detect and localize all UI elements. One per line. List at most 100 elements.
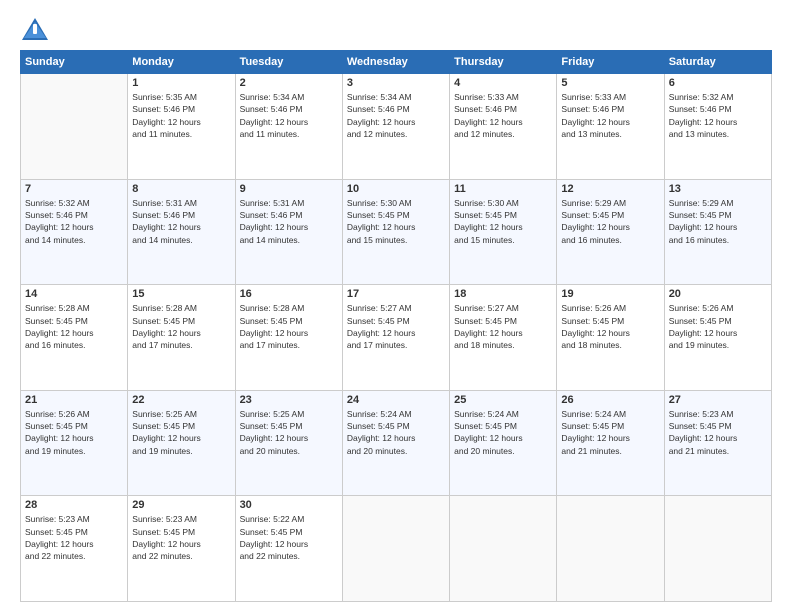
day-info: Sunrise: 5:35 AM Sunset: 5:46 PM Dayligh… bbox=[132, 91, 230, 140]
day-info: Sunrise: 5:29 AM Sunset: 5:45 PM Dayligh… bbox=[669, 197, 767, 246]
week-row-1: 1 Sunrise: 5:35 AM Sunset: 5:46 PM Daylig… bbox=[21, 74, 772, 180]
day-number: 20 bbox=[669, 288, 767, 300]
day-number: 1 bbox=[132, 77, 230, 89]
day-info: Sunrise: 5:23 AM Sunset: 5:45 PM Dayligh… bbox=[669, 408, 767, 457]
day-cell: 24 Sunrise: 5:24 AM Sunset: 5:45 PM Dayli… bbox=[342, 390, 449, 496]
day-info: Sunrise: 5:26 AM Sunset: 5:45 PM Dayligh… bbox=[669, 302, 767, 351]
day-cell: 13 Sunrise: 5:29 AM Sunset: 5:45 PM Dayli… bbox=[664, 179, 771, 285]
week-row-5: 28 Sunrise: 5:23 AM Sunset: 5:45 PM Dayli… bbox=[21, 496, 772, 602]
day-number: 26 bbox=[561, 394, 659, 406]
day-info: Sunrise: 5:33 AM Sunset: 5:46 PM Dayligh… bbox=[561, 91, 659, 140]
day-cell: 11 Sunrise: 5:30 AM Sunset: 5:45 PM Dayli… bbox=[450, 179, 557, 285]
day-cell: 17 Sunrise: 5:27 AM Sunset: 5:45 PM Dayli… bbox=[342, 285, 449, 391]
day-cell: 21Sunrise: 5:26 AM Sunset: 5:45 PM Dayli… bbox=[21, 390, 128, 496]
day-number: 5 bbox=[561, 77, 659, 89]
day-info: Sunrise: 5:24 AM Sunset: 5:45 PM Dayligh… bbox=[454, 408, 552, 457]
day-cell: 9Sunrise: 5:31 AM Sunset: 5:46 PM Daylig… bbox=[235, 179, 342, 285]
day-cell: 19 Sunrise: 5:26 AM Sunset: 5:45 PM Dayli… bbox=[557, 285, 664, 391]
day-info: Sunrise: 5:34 AM Sunset: 5:46 PM Dayligh… bbox=[347, 91, 445, 140]
logo bbox=[20, 16, 54, 44]
day-cell bbox=[21, 74, 128, 180]
day-info: Sunrise: 5:22 AM Sunset: 5:45 PM Dayligh… bbox=[240, 513, 338, 562]
day-info: Sunrise: 5:26 AM Sunset: 5:45 PM Dayligh… bbox=[561, 302, 659, 351]
day-info: Sunrise: 5:26 AM Sunset: 5:45 PM Dayligh… bbox=[25, 408, 123, 457]
day-number: 15 bbox=[132, 288, 230, 300]
day-cell: 15 Sunrise: 5:28 AM Sunset: 5:45 PM Dayli… bbox=[128, 285, 235, 391]
day-info: Sunrise: 5:28 AM Sunset: 5:45 PM Dayligh… bbox=[240, 302, 338, 351]
day-number: 7 bbox=[25, 183, 123, 195]
day-info: Sunrise: 5:28 AM Sunset: 5:45 PM Dayligh… bbox=[25, 302, 123, 351]
day-number: 24 bbox=[347, 394, 445, 406]
week-row-3: 14 Sunrise: 5:28 AM Sunset: 5:45 PM Dayli… bbox=[21, 285, 772, 391]
day-cell: 5 Sunrise: 5:33 AM Sunset: 5:46 PM Daylig… bbox=[557, 74, 664, 180]
day-cell: 14 Sunrise: 5:28 AM Sunset: 5:45 PM Dayli… bbox=[21, 285, 128, 391]
day-number: 14 bbox=[25, 288, 123, 300]
day-info: Sunrise: 5:29 AM Sunset: 5:45 PM Dayligh… bbox=[561, 197, 659, 246]
day-info: Sunrise: 5:30 AM Sunset: 5:45 PM Dayligh… bbox=[454, 197, 552, 246]
day-cell: 6 Sunrise: 5:32 AM Sunset: 5:46 PM Daylig… bbox=[664, 74, 771, 180]
day-info: Sunrise: 5:24 AM Sunset: 5:45 PM Dayligh… bbox=[561, 408, 659, 457]
page: SundayMondayTuesdayWednesdayThursdayFrid… bbox=[0, 0, 792, 612]
day-cell: 1 Sunrise: 5:35 AM Sunset: 5:46 PM Daylig… bbox=[128, 74, 235, 180]
day-number: 17 bbox=[347, 288, 445, 300]
col-header-saturday: Saturday bbox=[664, 51, 771, 74]
day-number: 29 bbox=[132, 499, 230, 511]
day-info: Sunrise: 5:25 AM Sunset: 5:45 PM Dayligh… bbox=[132, 408, 230, 457]
day-cell: 8 Sunrise: 5:31 AM Sunset: 5:46 PM Daylig… bbox=[128, 179, 235, 285]
header-row: SundayMondayTuesdayWednesdayThursdayFrid… bbox=[21, 51, 772, 74]
day-cell: 30Sunrise: 5:22 AM Sunset: 5:45 PM Dayli… bbox=[235, 496, 342, 602]
day-info: Sunrise: 5:32 AM Sunset: 5:46 PM Dayligh… bbox=[25, 197, 123, 246]
day-cell: 2 Sunrise: 5:34 AM Sunset: 5:46 PM Daylig… bbox=[235, 74, 342, 180]
day-cell: 28 Sunrise: 5:23 AM Sunset: 5:45 PM Dayli… bbox=[21, 496, 128, 602]
day-cell: 18 Sunrise: 5:27 AM Sunset: 5:45 PM Dayli… bbox=[450, 285, 557, 391]
day-info: Sunrise: 5:31 AM Sunset: 5:46 PM Dayligh… bbox=[240, 197, 338, 246]
day-info: Sunrise: 5:28 AM Sunset: 5:45 PM Dayligh… bbox=[132, 302, 230, 351]
day-number: 8 bbox=[132, 183, 230, 195]
day-cell: 29Sunrise: 5:23 AM Sunset: 5:45 PM Dayli… bbox=[128, 496, 235, 602]
day-info: Sunrise: 5:32 AM Sunset: 5:46 PM Dayligh… bbox=[669, 91, 767, 140]
day-number: 25 bbox=[454, 394, 552, 406]
day-cell: 23Sunrise: 5:25 AM Sunset: 5:45 PM Dayli… bbox=[235, 390, 342, 496]
day-number: 11 bbox=[454, 183, 552, 195]
day-info: Sunrise: 5:33 AM Sunset: 5:46 PM Dayligh… bbox=[454, 91, 552, 140]
day-cell: 4 Sunrise: 5:33 AM Sunset: 5:46 PM Daylig… bbox=[450, 74, 557, 180]
day-number: 4 bbox=[454, 77, 552, 89]
day-info: Sunrise: 5:24 AM Sunset: 5:45 PM Dayligh… bbox=[347, 408, 445, 457]
day-number: 12 bbox=[561, 183, 659, 195]
day-cell: 26 Sunrise: 5:24 AM Sunset: 5:45 PM Dayli… bbox=[557, 390, 664, 496]
day-cell: 27Sunrise: 5:23 AM Sunset: 5:45 PM Dayli… bbox=[664, 390, 771, 496]
day-number: 13 bbox=[669, 183, 767, 195]
day-cell: 22 Sunrise: 5:25 AM Sunset: 5:45 PM Dayli… bbox=[128, 390, 235, 496]
day-number: 19 bbox=[561, 288, 659, 300]
calendar-table: SundayMondayTuesdayWednesdayThursdayFrid… bbox=[20, 50, 772, 602]
day-cell bbox=[557, 496, 664, 602]
col-header-tuesday: Tuesday bbox=[235, 51, 342, 74]
day-number: 18 bbox=[454, 288, 552, 300]
day-cell bbox=[450, 496, 557, 602]
col-header-wednesday: Wednesday bbox=[342, 51, 449, 74]
day-cell: 10 Sunrise: 5:30 AM Sunset: 5:45 PM Dayli… bbox=[342, 179, 449, 285]
day-cell: 7 Sunrise: 5:32 AM Sunset: 5:46 PM Daylig… bbox=[21, 179, 128, 285]
day-number: 6 bbox=[669, 77, 767, 89]
day-cell: 20 Sunrise: 5:26 AM Sunset: 5:45 PM Dayli… bbox=[664, 285, 771, 391]
col-header-thursday: Thursday bbox=[450, 51, 557, 74]
day-info: Sunrise: 5:27 AM Sunset: 5:45 PM Dayligh… bbox=[347, 302, 445, 351]
logo-icon bbox=[20, 16, 50, 44]
day-number: 3 bbox=[347, 77, 445, 89]
day-info: Sunrise: 5:31 AM Sunset: 5:46 PM Dayligh… bbox=[132, 197, 230, 246]
day-info: Sunrise: 5:30 AM Sunset: 5:45 PM Dayligh… bbox=[347, 197, 445, 246]
day-info: Sunrise: 5:34 AM Sunset: 5:46 PM Dayligh… bbox=[240, 91, 338, 140]
day-info: Sunrise: 5:23 AM Sunset: 5:45 PM Dayligh… bbox=[25, 513, 123, 562]
day-cell: 16Sunrise: 5:28 AM Sunset: 5:45 PM Dayli… bbox=[235, 285, 342, 391]
day-number: 28 bbox=[25, 499, 123, 511]
day-cell: 25 Sunrise: 5:24 AM Sunset: 5:45 PM Dayli… bbox=[450, 390, 557, 496]
day-info: Sunrise: 5:27 AM Sunset: 5:45 PM Dayligh… bbox=[454, 302, 552, 351]
day-number: 2 bbox=[240, 77, 338, 89]
col-header-monday: Monday bbox=[128, 51, 235, 74]
day-cell: 3 Sunrise: 5:34 AM Sunset: 5:46 PM Daylig… bbox=[342, 74, 449, 180]
day-cell bbox=[664, 496, 771, 602]
col-header-friday: Friday bbox=[557, 51, 664, 74]
day-number: 22 bbox=[132, 394, 230, 406]
day-number: 10 bbox=[347, 183, 445, 195]
header bbox=[20, 16, 772, 44]
